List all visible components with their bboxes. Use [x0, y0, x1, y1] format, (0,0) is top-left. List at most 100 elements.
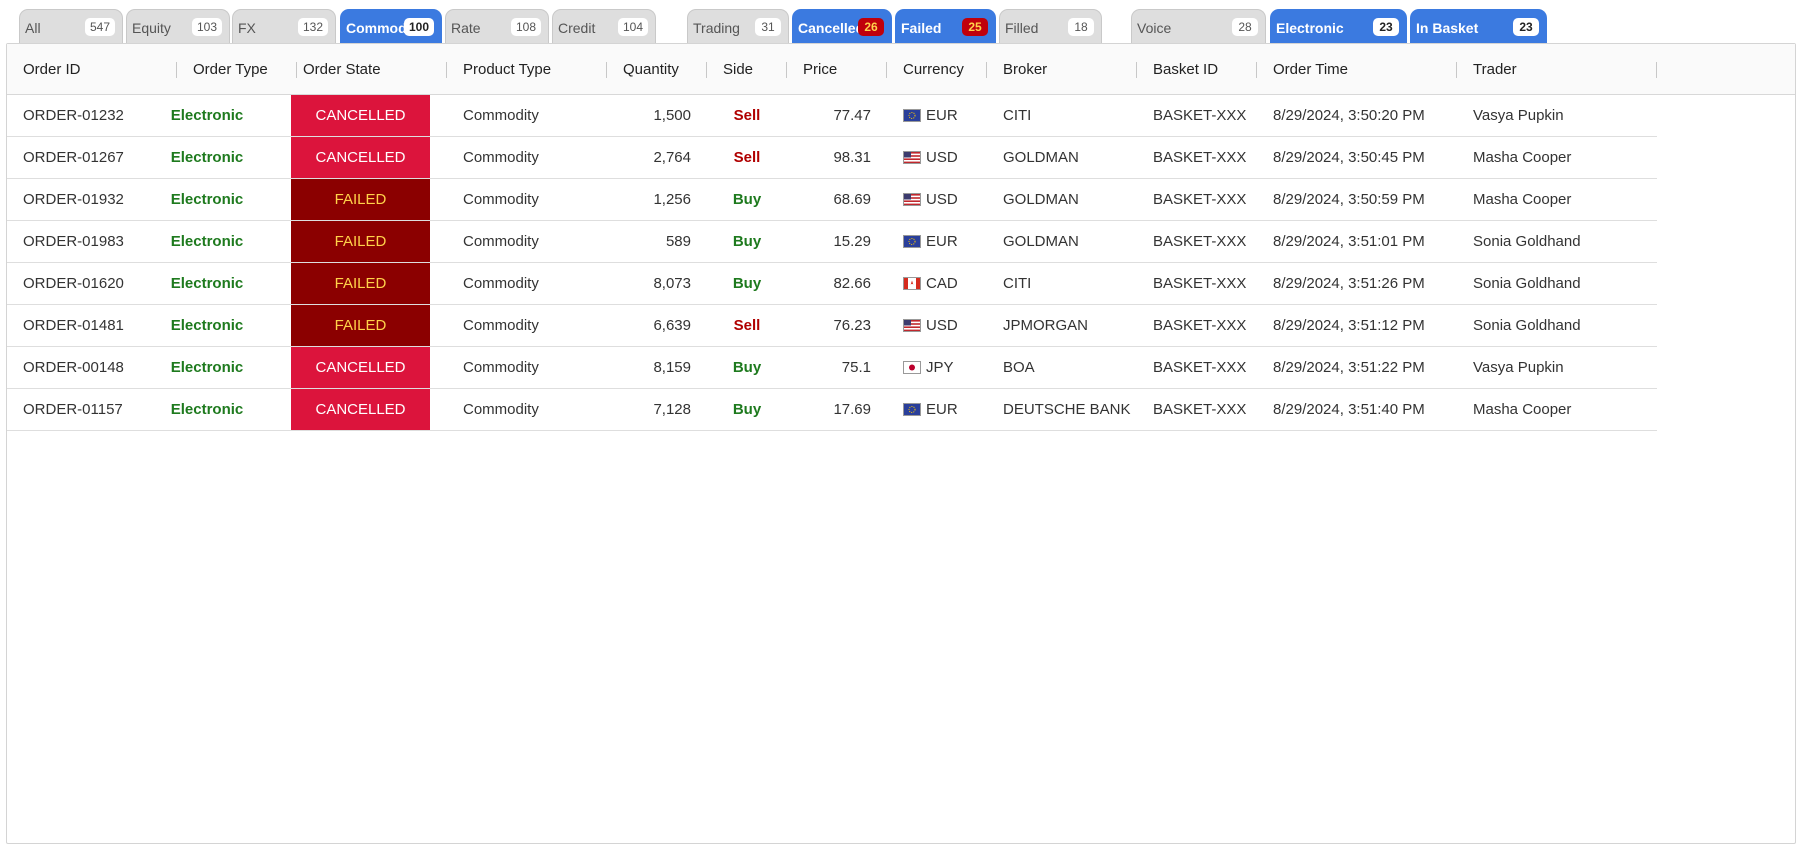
column-resize-handle[interactable]: [1656, 62, 1657, 78]
cell-currency: JPY: [887, 347, 987, 388]
cell-order-type: Electronic: [170, 401, 244, 418]
orders-grid: Order ID Order Type Order State Product Typ…: [6, 43, 1796, 844]
tab-count-badge: 26: [858, 18, 884, 36]
cell-product-type: Commodity: [463, 359, 539, 376]
table-row[interactable]: ORDER-01232 Electronic CANCELLED Commodity 1…: [7, 95, 1657, 137]
cell-broker: CITI: [1003, 275, 1032, 292]
tab-count-badge: 28: [1232, 18, 1258, 36]
column-header-order-state[interactable]: Order State: [287, 44, 447, 95]
currency-code: USD: [926, 149, 958, 166]
cell-basket-id: BASKET-XXX: [1153, 359, 1247, 376]
cell-price: 75.1: [841, 359, 871, 376]
table-row[interactable]: ORDER-01932 Electronic FAILED Commodity 1,25…: [7, 179, 1657, 221]
currency-code: USD: [926, 317, 958, 334]
cell-order-state: FAILED: [291, 305, 430, 346]
tab-label: Cancelled: [798, 20, 865, 36]
tab-in-basket[interactable]: In Basket 23: [1410, 9, 1547, 44]
eu-flag-icon: [903, 403, 921, 416]
tab-count-badge: 108: [510, 18, 541, 36]
tab-all[interactable]: All 547: [19, 9, 123, 44]
cell-quantity: 2,764: [653, 149, 691, 166]
cell-order-type: Electronic: [170, 317, 244, 334]
cell-price: 98.31: [833, 149, 871, 166]
table-row[interactable]: ORDER-01157 Electronic CANCELLED Commodity 7…: [7, 389, 1657, 431]
column-header-order-type[interactable]: Order Type: [177, 44, 297, 95]
cell-basket-id: BASKET-XXX: [1153, 149, 1247, 166]
cell-order-type: Electronic: [170, 359, 244, 376]
cell-quantity: 8,073: [653, 275, 691, 292]
tab-trading[interactable]: Trading 31: [687, 9, 789, 44]
table-row[interactable]: ORDER-01620 Electronic FAILED Commodity 8,07…: [7, 263, 1657, 305]
cell-side: Buy: [732, 401, 762, 418]
tab-rate[interactable]: Rate 108: [445, 9, 549, 44]
cell-broker: JPMORGAN: [1003, 317, 1089, 334]
column-header-currency[interactable]: Currency: [887, 44, 987, 95]
cell-basket-id: BASKET-XXX: [1153, 191, 1247, 208]
cell-trader: Sonia Goldhand: [1473, 233, 1581, 250]
column-header-trader[interactable]: Trader: [1457, 44, 1657, 95]
cell-currency: EUR: [887, 221, 987, 262]
cell-order-time: 8/29/2024, 3:51:22 PM: [1273, 359, 1425, 376]
cell-product-type: Commodity: [463, 233, 539, 250]
column-header-product-type[interactable]: Product Type: [447, 44, 607, 95]
column-header-order-id[interactable]: Order ID: [7, 44, 177, 95]
tab-commodity[interactable]: Commodity 100: [340, 9, 442, 44]
tab-filled[interactable]: Filled 18: [999, 9, 1102, 44]
jp-flag-icon: [903, 361, 921, 374]
cell-side: Sell: [733, 107, 761, 124]
cell-basket-id: BASKET-XXX: [1153, 233, 1247, 250]
column-header-broker[interactable]: Broker: [987, 44, 1137, 95]
cell-order-id: ORDER-01983: [23, 233, 124, 250]
cell-price: 15.29: [833, 233, 871, 250]
currency-code: EUR: [926, 401, 958, 418]
cell-order-time: 8/29/2024, 3:51:01 PM: [1273, 233, 1425, 250]
tab-count-badge: 100: [403, 18, 434, 36]
tab-count-badge: 23: [1373, 18, 1399, 36]
cell-price: 17.69: [833, 401, 871, 418]
cell-product-type: Commodity: [463, 191, 539, 208]
ca-flag-icon: [903, 277, 921, 290]
table-row[interactable]: ORDER-01267 Electronic CANCELLED Commodity 2…: [7, 137, 1657, 179]
cell-side: Buy: [732, 275, 762, 292]
tab-label: Voice: [1137, 20, 1172, 36]
cell-order-type: Electronic: [170, 233, 244, 250]
table-row[interactable]: ORDER-01481 Electronic FAILED Commodity 6,63…: [7, 305, 1657, 347]
tab-failed[interactable]: Failed 25: [895, 9, 996, 44]
column-header-label: Broker: [1003, 61, 1048, 78]
cell-order-id: ORDER-01267: [23, 149, 124, 166]
cell-broker: GOLDMAN: [1003, 233, 1079, 250]
tab-fx[interactable]: FX 132: [232, 9, 336, 44]
column-header-label: Order State: [303, 61, 381, 78]
tab-equity[interactable]: Equity 103: [126, 9, 230, 44]
cell-basket-id: BASKET-XXX: [1153, 107, 1247, 124]
tab-voice[interactable]: Voice 28: [1131, 9, 1266, 44]
cell-order-type: Electronic: [170, 149, 244, 166]
currency-code: JPY: [926, 359, 954, 376]
column-header-side[interactable]: Side: [707, 44, 787, 95]
cell-order-type: Electronic: [170, 191, 244, 208]
tab-label: Rate: [451, 20, 481, 36]
cell-trader: Vasya Pupkin: [1473, 107, 1564, 124]
cell-product-type: Commodity: [463, 275, 539, 292]
column-header-quantity[interactable]: Quantity: [607, 44, 707, 95]
table-row[interactable]: ORDER-00148 Electronic CANCELLED Commodity 8…: [7, 347, 1657, 389]
tab-credit[interactable]: Credit 104: [552, 9, 656, 44]
tab-cancelled[interactable]: Cancelled 26: [792, 9, 892, 44]
cell-side: Sell: [733, 317, 761, 334]
tab-electronic[interactable]: Electronic 23: [1270, 9, 1407, 44]
cell-price: 77.47: [833, 107, 871, 124]
tab-label: Equity: [132, 20, 171, 36]
column-header-basket-id[interactable]: Basket ID: [1137, 44, 1257, 95]
column-header-price[interactable]: Price: [787, 44, 887, 95]
cell-trader: Masha Cooper: [1473, 191, 1572, 208]
eu-flag-icon: [903, 109, 921, 122]
column-header-order-time[interactable]: Order Time: [1257, 44, 1457, 95]
cell-currency: USD: [887, 137, 987, 178]
table-row[interactable]: ORDER-01983 Electronic FAILED Commodity 589 B…: [7, 221, 1657, 263]
cell-broker: GOLDMAN: [1003, 191, 1079, 208]
cell-broker: GOLDMAN: [1003, 149, 1079, 166]
tab-label: Trading: [693, 20, 740, 36]
us-flag-icon: [903, 193, 921, 206]
tab-count-badge: 23: [1513, 18, 1539, 36]
cell-trader: Sonia Goldhand: [1473, 275, 1581, 292]
